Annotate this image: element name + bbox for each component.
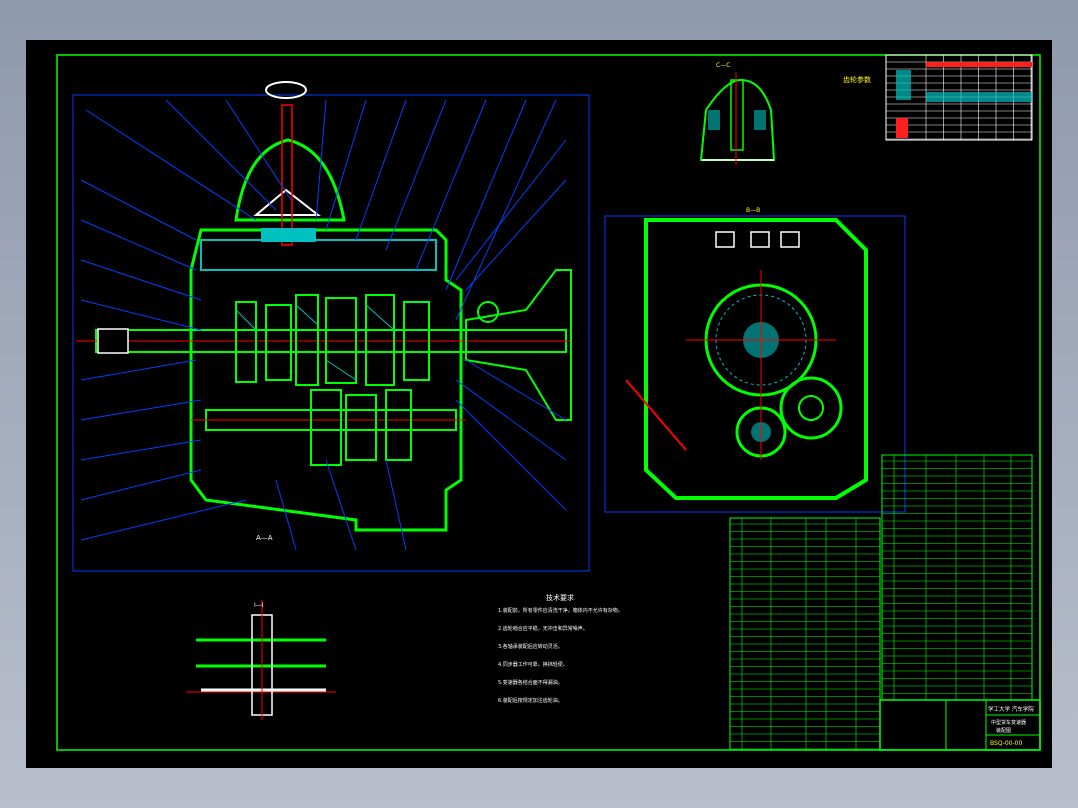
shifter-section-view: C—C [699,62,776,165]
technical-notes: 技术要求 1.装配前，所有零件应清洗干净，箱体内不允许有杂物。 2.齿轮啮合应平… [498,593,623,704]
detail-label: I—I [254,602,264,609]
cad-drawing-sheet: A—A C—C 齿轮参数 B—B I—I 技术要求 1.装配前，所有零件应清洗干… [26,40,1052,768]
drawing-subtitle: 装配图 [996,727,1011,734]
note-line: 3.各轴承装配后应转动灵活。 [498,643,563,650]
detail-view: I—I [186,600,336,720]
b-section-label: B—B [746,207,760,214]
side-section-view: B—B [604,207,906,513]
drawing-number: BSQ-00-00 [990,740,1022,747]
school-name: 学工大学 汽车学院 [988,705,1034,713]
title-block: 学工大学 汽车学院 中型货车变速器 装配图 BSQ-00-00 [879,699,1041,751]
drawing-canvas: A—A C—C 齿轮参数 B—B I—I 技术要求 1.装配前，所有零件应清洗干… [56,54,1041,751]
note-line: 6.装配后按规定加注齿轮油。 [498,697,563,704]
note-line: 5.变速器各结合面不得漏油。 [498,679,563,686]
note-line: 4.同步器工作可靠，换挡轻便。 [498,661,568,668]
main-section-view: A—A [72,81,590,572]
note-line: 1.装配前，所有零件应清洗干净，箱体内不允许有杂物。 [498,607,623,614]
c-section-label: C—C [716,62,730,69]
gear-parameter-table: 齿轮参数 [843,54,1033,141]
main-section-label: A—A [256,534,273,542]
table-caption: 齿轮参数 [843,75,871,84]
drawing-title: 中型货车变速器 [991,719,1026,726]
notes-title: 技术要求 [546,593,574,602]
note-line: 2.齿轮啮合应平稳，无冲击和异常噪声。 [498,625,588,632]
